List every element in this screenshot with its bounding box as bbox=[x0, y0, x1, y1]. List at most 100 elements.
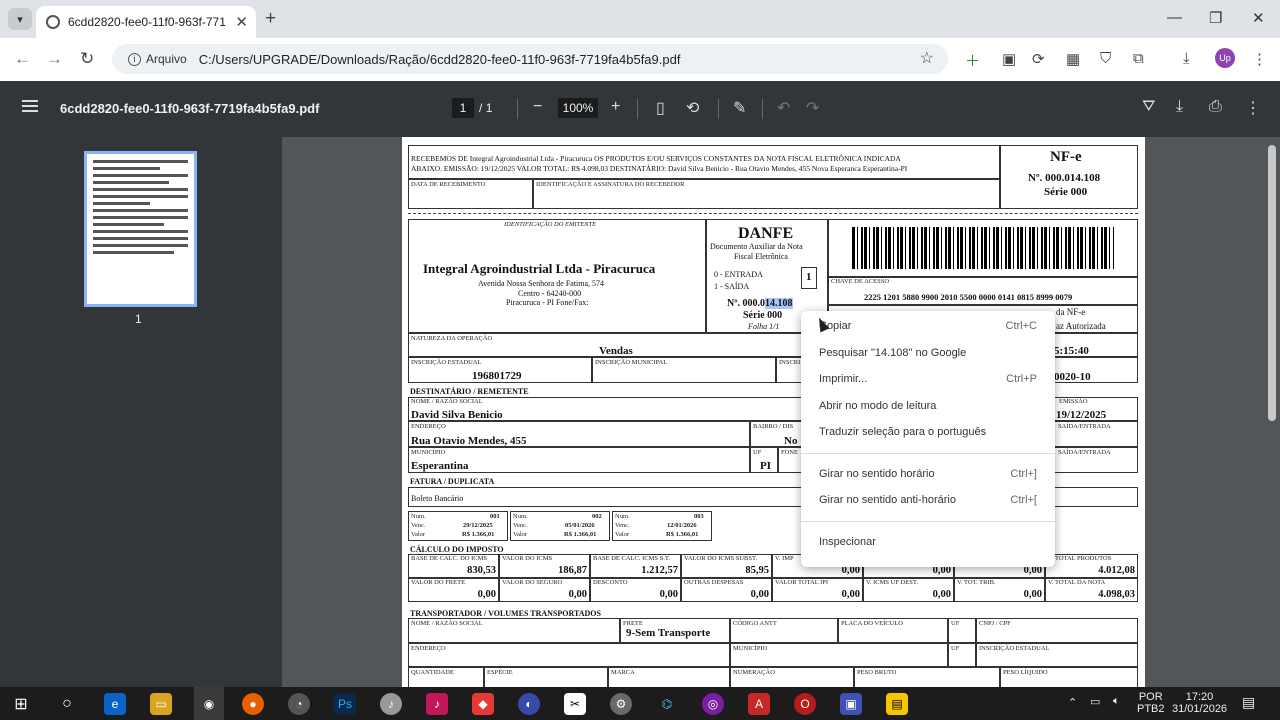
pdf-download-icon[interactable]: ⤓ bbox=[1176, 98, 1183, 116]
zoom-in-icon[interactable]: + bbox=[611, 98, 620, 116]
drive-save-icon[interactable]: ⛛ bbox=[1142, 98, 1155, 116]
sticky-notes-icon[interactable]: ▤ bbox=[886, 693, 908, 715]
barcode-image bbox=[852, 227, 1114, 269]
network-icon[interactable]: ▭ bbox=[1090, 695, 1100, 708]
total-pages: 1 bbox=[485, 101, 493, 115]
menu-icon[interactable] bbox=[22, 100, 38, 112]
omnibox[interactable]: i Arquivo C:/Users/UPGRADE/Downloads/Raç… bbox=[112, 44, 948, 74]
pdf-more-icon[interactable]: ⋮ bbox=[1245, 98, 1261, 118]
context-menu: Copiar Ctrl+C Pesquisar "14.108" no Google… bbox=[801, 311, 1055, 567]
context-menu-item[interactable]: Pesquisar "14.108" no Google bbox=[801, 340, 1055, 367]
menu-divider bbox=[801, 520, 1055, 522]
receipt-text-2: ABAIXO. EMISSÃO: 19/12/2025 VALOR TOTAL:… bbox=[411, 164, 908, 173]
download-icon[interactable]: ⤓ bbox=[1183, 50, 1190, 67]
protocolo-value: 5:15:40 bbox=[1054, 345, 1089, 357]
purple-app-icon[interactable]: ◎ bbox=[702, 693, 724, 715]
dup-valor: R$ 1.366,01 bbox=[666, 531, 699, 538]
acrobat-icon[interactable]: A bbox=[748, 693, 770, 715]
rotate-icon[interactable]: ⟲ bbox=[686, 98, 699, 118]
context-menu-item[interactable]: Imprimir... Ctrl+P bbox=[801, 366, 1055, 393]
redo-icon[interactable]: ↷ bbox=[806, 98, 819, 118]
emitente-addr1: Avenida Nossa Senhora de Fatima, 574 bbox=[478, 279, 605, 288]
minimize-icon[interactable]: — bbox=[1167, 9, 1182, 26]
municipio-value: Esperantina bbox=[411, 460, 469, 472]
speed-app-icon[interactable]: ◔ bbox=[288, 693, 310, 715]
shield-extension-icon[interactable]: ⛉ bbox=[1100, 50, 1111, 67]
annotate-icon[interactable]: ✎ bbox=[733, 98, 746, 118]
profile-avatar[interactable]: Up bbox=[1215, 48, 1235, 68]
windows-taskbar: ⊞ ○ e ▭ ◉ ● ◔ Ps ♪ ♪ ◆ ◐ ✂ ⚙ ⌬ ◎ A O ▣ ▤… bbox=[0, 687, 1280, 720]
folha: Folha 1/1 bbox=[748, 322, 780, 331]
zoom-out-icon[interactable]: − bbox=[533, 98, 542, 116]
transp-nome-label: NOME / RAZÃO SOCIAL bbox=[411, 620, 483, 627]
context-menu-item[interactable]: Girar no sentido anti-horário Ctrl+[ bbox=[801, 487, 1055, 514]
vscode-like-icon[interactable]: ⌬ bbox=[656, 693, 678, 715]
imposto-label: OUTRAS DESPESAS bbox=[684, 579, 744, 586]
context-menu-item[interactable]: Inspecionar bbox=[801, 529, 1055, 556]
danfe-sub1: Documento Auxiliar da Nota bbox=[710, 242, 803, 251]
user-app-icon[interactable]: ▣ bbox=[840, 693, 862, 715]
close-window-icon[interactable]: ✕ bbox=[1252, 9, 1265, 27]
context-menu-item[interactable]: Abrir no modo de leitura bbox=[801, 393, 1055, 420]
nome-label: NOME / RAZÃO SOCIAL bbox=[411, 398, 483, 405]
page-thumbnail[interactable] bbox=[84, 151, 197, 307]
page-number-input[interactable]: 1 bbox=[452, 98, 474, 118]
tiktok-icon[interactable]: ♪ bbox=[426, 693, 448, 715]
itunes-icon[interactable]: ♪ bbox=[380, 693, 402, 715]
new-tab-button[interactable]: + bbox=[265, 8, 276, 30]
close-tab-icon[interactable]: ✕ bbox=[235, 13, 248, 31]
anydesk-icon[interactable]: ◆ bbox=[472, 693, 494, 715]
grid-extension-icon[interactable]: ▦ bbox=[1066, 50, 1080, 68]
clock[interactable]: 17:20 31/01/2026 bbox=[1172, 691, 1227, 715]
windows-start-icon[interactable]: ⊞ bbox=[10, 693, 32, 715]
zoom-input[interactable]: 100% bbox=[558, 98, 598, 118]
restore-icon[interactable]: ❐ bbox=[1209, 9, 1222, 27]
back-icon[interactable]: ← bbox=[14, 49, 31, 69]
photoshop-icon[interactable]: Ps bbox=[334, 693, 356, 715]
capcut-icon[interactable]: ✂ bbox=[564, 693, 586, 715]
volume-icon[interactable]: 🔈︎ bbox=[1113, 695, 1120, 708]
language-indicator[interactable]: POR PTB2 bbox=[1137, 691, 1165, 715]
network-app-icon[interactable]: ⚙ bbox=[610, 693, 632, 715]
plus-extension-icon[interactable]: ＋ bbox=[965, 50, 980, 71]
app-icon[interactable]: ◐ bbox=[518, 693, 540, 715]
kebab-menu-icon[interactable]: ⋮ bbox=[1252, 50, 1267, 68]
context-menu-item[interactable]: Copiar Ctrl+C bbox=[801, 313, 1055, 340]
address-bar-row: ← → ↻ i Arquivo C:/Users/UPGRADE/Downloa… bbox=[0, 38, 1280, 81]
frete-label: FRETE bbox=[623, 620, 643, 627]
fit-page-icon[interactable]: ▯ bbox=[656, 98, 665, 118]
selected-text[interactable]: 14.108 bbox=[765, 298, 793, 309]
danfe-number: Nº. 000.014.108 bbox=[727, 298, 793, 309]
file-explorer-icon[interactable]: ▭ bbox=[150, 693, 172, 715]
tab-search-dropdown[interactable]: ▾ bbox=[8, 8, 32, 30]
star-icon[interactable]: ☆ bbox=[920, 48, 934, 68]
print-icon[interactable]: ⎙ bbox=[1209, 98, 1222, 116]
tab-title: 6cdd2820-fee0-11f0-963f-7719 bbox=[68, 15, 226, 29]
menu-item-label: Pesquisar "14.108" no Google bbox=[819, 346, 967, 359]
off-extension-icon[interactable]: ▣ bbox=[1002, 50, 1016, 68]
scrollbar[interactable] bbox=[1268, 145, 1276, 421]
edge-icon[interactable]: e bbox=[104, 693, 126, 715]
puzzle-extensions-icon[interactable]: ⧉ bbox=[1133, 50, 1144, 67]
browser-tab[interactable]: 6cdd2820-fee0-11f0-963f-7719 ✕ bbox=[36, 6, 256, 38]
tray-chevron-icon[interactable]: ⌃ bbox=[1068, 696, 1077, 709]
emitente-addr2: Centro - 64240-000 bbox=[518, 289, 582, 298]
context-menu-item[interactable]: Girar no sentido horário Ctrl+] bbox=[801, 461, 1055, 488]
context-menu-item[interactable]: Traduzir seleção para o português bbox=[801, 419, 1055, 446]
saida-entrada-label-2: SAÍDA/ENTRADA bbox=[1058, 449, 1111, 456]
firefox-icon[interactable]: ● bbox=[242, 693, 264, 715]
notifications-icon[interactable]: ▤ bbox=[1242, 694, 1255, 711]
sync-extension-icon[interactable]: ⟳ bbox=[1032, 50, 1045, 68]
url-text[interactable]: C:/Users/UPGRADE/Downloads/Ração/6cdd282… bbox=[199, 52, 681, 67]
forward-icon[interactable]: → bbox=[46, 49, 63, 69]
receipt-text-1: RECEBEMOS DE Integral Agroindustrial Ltd… bbox=[411, 154, 901, 163]
reload-icon[interactable]: ↻ bbox=[80, 49, 94, 69]
site-info-chip[interactable]: i Arquivo bbox=[120, 48, 195, 70]
imposto-label: V. IMP bbox=[775, 555, 794, 562]
thumbnail-sidebar: 1 bbox=[0, 137, 282, 687]
chrome-taskbar-icon[interactable]: ◉ bbox=[194, 687, 224, 720]
peso-liq-label: PESO LÍQUIDO bbox=[1003, 669, 1048, 676]
opera-icon[interactable]: O bbox=[794, 693, 816, 715]
undo-icon[interactable]: ↶ bbox=[777, 98, 790, 118]
cortana-icon[interactable]: ○ bbox=[56, 693, 78, 715]
